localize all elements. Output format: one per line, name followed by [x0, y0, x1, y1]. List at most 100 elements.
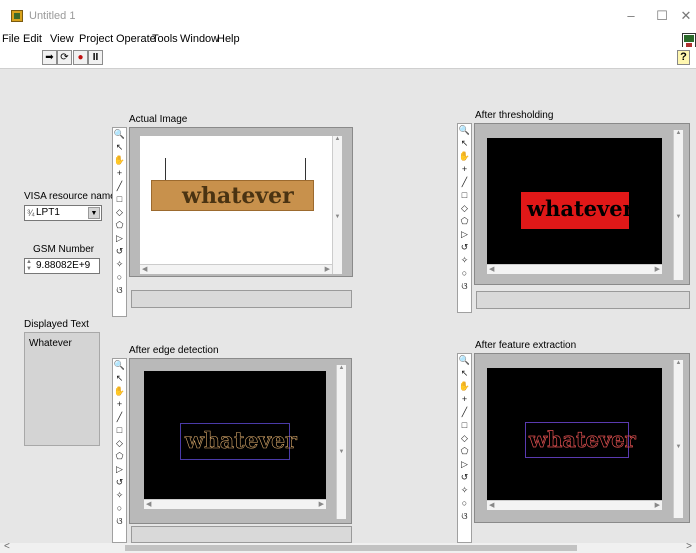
freehand-tool-icon[interactable]: ↺	[458, 471, 471, 484]
vertical-scrollbar[interactable]: ▲ ▼	[673, 130, 683, 280]
rotated-rect-tool-icon[interactable]: ◇	[113, 437, 126, 450]
menu-operate[interactable]: Operate	[116, 33, 156, 45]
freeform-tool-icon[interactable]: ଓ	[458, 280, 471, 293]
pause-icon[interactable]: II	[88, 50, 103, 65]
toolbar: ➡ ⟳ ● II ?	[0, 47, 696, 69]
pan-tool-icon[interactable]: ✋	[458, 150, 471, 163]
horizontal-scrollbar[interactable]: ◀ ▶	[144, 499, 326, 509]
polygon-tool-icon[interactable]: ⬠	[113, 450, 126, 463]
point-tool-icon[interactable]: +	[113, 167, 126, 180]
menu-view[interactable]: View	[50, 33, 74, 45]
freeform-tool-icon[interactable]: ଓ	[113, 515, 126, 528]
image-canvas[interactable]: whatever	[140, 136, 332, 264]
oval-tool-icon[interactable]: ○	[113, 271, 126, 284]
polyline-tool-icon[interactable]: ▷	[113, 463, 126, 476]
polyline-tool-icon[interactable]: ▷	[458, 458, 471, 471]
freehand-tool-icon[interactable]: ↺	[458, 241, 471, 254]
minimize-button[interactable]: –	[617, 6, 645, 26]
rotated-rect-tool-icon[interactable]: ◇	[458, 202, 471, 215]
pointer-tool-icon[interactable]: ↖	[113, 372, 126, 385]
pan-tool-icon[interactable]: ✋	[458, 380, 471, 393]
run-arrow-icon[interactable]: ➡	[42, 50, 57, 65]
context-help-icon[interactable]: ?	[677, 50, 690, 65]
pointer-tool-icon[interactable]: ↖	[113, 141, 126, 154]
pointer-tool-icon[interactable]: ↖	[458, 137, 471, 150]
gsm-label: GSM Number	[33, 244, 95, 255]
scroll-right-icon[interactable]: >	[686, 541, 692, 552]
polyline-tool-icon[interactable]: ▷	[113, 232, 126, 245]
edge-label: After edge detection	[129, 345, 219, 356]
menu-window[interactable]: Window	[180, 33, 219, 45]
scrollbar-thumb[interactable]	[125, 545, 577, 551]
annulus-tool-icon[interactable]: ✧	[458, 484, 471, 497]
feature-word: whatever	[529, 427, 636, 453]
dropdown-arrow-icon[interactable]: ▼	[88, 207, 100, 219]
vertical-scrollbar[interactable]: ▲ ▼	[673, 360, 683, 518]
rotated-rect-tool-icon[interactable]: ◇	[113, 206, 126, 219]
line-tool-icon[interactable]: ╱	[113, 411, 126, 424]
window-horizontal-scrollbar[interactable]: < >	[0, 541, 696, 553]
oval-tool-icon[interactable]: ○	[458, 497, 471, 510]
run-continuously-icon[interactable]: ⟳	[57, 50, 72, 65]
increment-decrement-icon[interactable]: ▲ ▼	[26, 259, 34, 273]
pan-tool-icon[interactable]: ✋	[113, 385, 126, 398]
annulus-tool-icon[interactable]: ✧	[458, 254, 471, 267]
pan-tool-icon[interactable]: ✋	[113, 154, 126, 167]
annulus-tool-icon[interactable]: ✧	[113, 489, 126, 502]
tool-palette: 🔍 ↖ ✋ + ╱ □ ◇ ⬠ ▷ ↺ ✧ ○ ଓ	[457, 353, 472, 543]
rectangle-tool-icon[interactable]: □	[113, 193, 126, 206]
threshold-image-display: 🔍 ↖ ✋ + ╱ □ ◇ ⬠ ▷ ↺ ✧ ○ ଓ whatever ▲ ▼ ◀ ▶	[457, 123, 690, 313]
image-canvas[interactable]: whatever	[487, 138, 662, 264]
actual-image-display: 🔍 ↖ ✋ + ╱ □ ◇ ⬠ ▷ ↺ ✧ ○ ଓ whatever ▲ ▼ ◀ ▶	[112, 127, 353, 317]
freehand-tool-icon[interactable]: ↺	[113, 245, 126, 258]
zoom-tool-icon[interactable]: 🔍	[113, 359, 126, 372]
menu-file[interactable]: File	[2, 33, 20, 45]
rectangle-tool-icon[interactable]: □	[458, 189, 471, 202]
point-tool-icon[interactable]: +	[458, 393, 471, 406]
rectangle-tool-icon[interactable]: □	[458, 419, 471, 432]
line-tool-icon[interactable]: ╱	[113, 180, 126, 193]
polyline-tool-icon[interactable]: ▷	[458, 228, 471, 241]
freeform-tool-icon[interactable]: ଓ	[113, 284, 126, 297]
zoom-tool-icon[interactable]: 🔍	[458, 354, 471, 367]
image-canvas[interactable]: whatever	[144, 371, 326, 499]
oval-tool-icon[interactable]: ○	[113, 502, 126, 515]
menu-help[interactable]: Help	[217, 33, 240, 45]
scroll-left-icon[interactable]: <	[4, 541, 10, 552]
menu-tools[interactable]: Tools	[152, 33, 178, 45]
freeform-tool-icon[interactable]: ଓ	[458, 510, 471, 523]
visa-resource-dropdown[interactable]: ¾ LPT1 ▼	[24, 205, 102, 221]
horizontal-scrollbar[interactable]: ◀ ▶	[140, 264, 332, 274]
gsm-number-input[interactable]: ▲ ▼ 9.88082E+9	[24, 258, 100, 274]
close-button[interactable]: ✕	[672, 6, 696, 26]
abort-icon[interactable]: ●	[73, 50, 88, 65]
sign-word: whatever	[182, 183, 294, 209]
freehand-tool-icon[interactable]: ↺	[113, 476, 126, 489]
zoom-tool-icon[interactable]: 🔍	[113, 128, 126, 141]
line-tool-icon[interactable]: ╱	[458, 406, 471, 419]
line-tool-icon[interactable]: ╱	[458, 176, 471, 189]
menu-edit[interactable]: Edit	[23, 33, 42, 45]
vertical-scrollbar[interactable]: ▲ ▼	[336, 365, 346, 519]
annulus-tool-icon[interactable]: ✧	[113, 258, 126, 271]
front-panel: VISA resource name ¾ LPT1 ▼ GSM Number ▲…	[0, 70, 696, 543]
polygon-tool-icon[interactable]: ⬠	[458, 215, 471, 228]
image-status-bar	[131, 526, 352, 543]
horizontal-scrollbar[interactable]: ◀ ▶	[487, 500, 662, 510]
image-canvas[interactable]: whatever	[487, 368, 662, 500]
pointer-tool-icon[interactable]: ↖	[458, 367, 471, 380]
menu-project[interactable]: Project	[79, 33, 113, 45]
displayed-text-value: Whatever	[29, 338, 72, 349]
point-tool-icon[interactable]: +	[458, 163, 471, 176]
point-tool-icon[interactable]: +	[113, 398, 126, 411]
oval-tool-icon[interactable]: ○	[458, 267, 471, 280]
polygon-tool-icon[interactable]: ⬠	[458, 445, 471, 458]
vertical-scrollbar[interactable]: ▲ ▼	[332, 136, 342, 274]
polygon-tool-icon[interactable]: ⬠	[113, 219, 126, 232]
zoom-tool-icon[interactable]: 🔍	[458, 124, 471, 137]
menu-bar: File Edit View Project Operate Tools Win…	[0, 31, 696, 47]
threshold-label: After thresholding	[475, 110, 554, 121]
horizontal-scrollbar[interactable]: ◀ ▶	[487, 264, 662, 274]
rectangle-tool-icon[interactable]: □	[113, 424, 126, 437]
rotated-rect-tool-icon[interactable]: ◇	[458, 432, 471, 445]
